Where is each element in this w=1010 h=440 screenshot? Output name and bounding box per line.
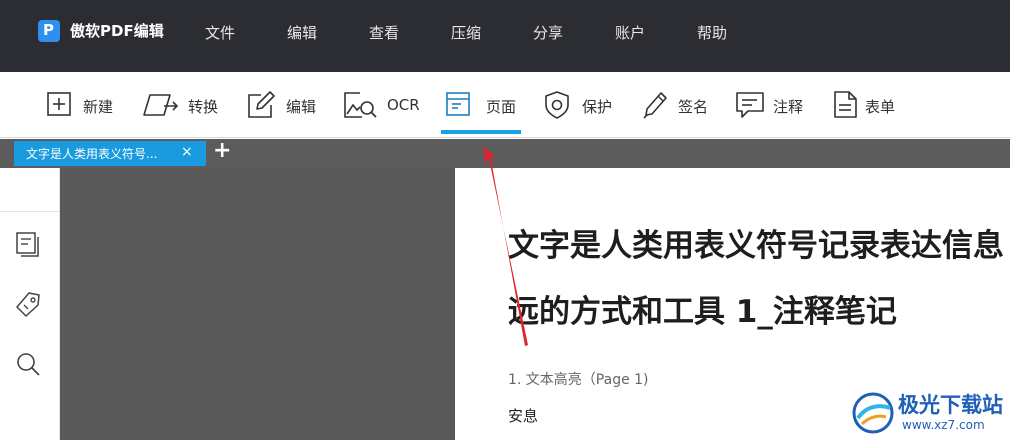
- active-tab-indicator: [441, 130, 521, 134]
- menu-file[interactable]: 文件: [205, 22, 235, 43]
- annotation-text: 安息: [508, 407, 539, 425]
- shield-icon: [545, 91, 569, 119]
- search-icon[interactable]: [14, 350, 42, 378]
- menu-share[interactable]: 分享: [533, 22, 563, 43]
- add-tab-icon[interactable]: +: [213, 138, 231, 163]
- watermark: 极光下载站 www.xz7.com: [850, 385, 1010, 440]
- pen-icon: [643, 92, 667, 119]
- page-button[interactable]: 页面: [444, 89, 522, 121]
- convert-button[interactable]: 转换: [142, 89, 222, 121]
- form-button[interactable]: 表单: [832, 89, 907, 121]
- document-tab-strip: 文字是人类用表义符号... × +: [0, 138, 1010, 168]
- watermark-brand: 极光下载站: [898, 393, 1003, 417]
- convert-icon: [143, 94, 179, 116]
- document-heading-line1: 文字是人类用表义符号记录表达信息: [508, 228, 1004, 264]
- plus-square-icon: [47, 92, 71, 116]
- close-tab-icon[interactable]: ×: [181, 144, 193, 160]
- pages-icon[interactable]: [14, 230, 42, 258]
- document-heading-line2: 远的方式和工具 1_注释笔记: [508, 294, 897, 330]
- protect-button[interactable]: 保护: [542, 89, 617, 121]
- new-label: 新建: [83, 98, 114, 116]
- pencil-square-icon: [248, 91, 275, 118]
- annotate-button[interactable]: 注释: [735, 89, 810, 121]
- sign-label: 签名: [678, 98, 709, 116]
- tag-icon[interactable]: [14, 290, 42, 318]
- edit-label: 编辑: [286, 98, 317, 116]
- ocr-label: OCR: [387, 96, 420, 114]
- menu-compress[interactable]: 压缩: [451, 22, 481, 43]
- main-toolbar: 新建 转换 编辑 OCR 页面 保护 签名 注释 表单: [0, 72, 1010, 138]
- image-search-icon: [344, 92, 377, 118]
- protect-label: 保护: [582, 98, 613, 116]
- convert-label: 转换: [188, 98, 219, 116]
- app-name: 傲软PDF编辑: [70, 22, 164, 40]
- form-icon: [834, 91, 857, 118]
- watermark-logo-icon: [852, 392, 894, 434]
- title-bar: P 傲软PDF编辑 文件 编辑 查看 压缩 分享 账户 帮助: [0, 0, 1010, 72]
- side-panel-divider: [0, 211, 60, 212]
- page-icon: [446, 92, 470, 116]
- document-tab[interactable]: 文字是人类用表义符号... ×: [14, 141, 206, 166]
- document-tab-title: 文字是人类用表义符号...: [26, 147, 158, 161]
- ocr-button[interactable]: OCR: [342, 89, 422, 121]
- sign-button[interactable]: 签名: [640, 89, 715, 121]
- menu-account[interactable]: 账户: [615, 22, 645, 43]
- viewer-background: [60, 168, 455, 440]
- edit-button[interactable]: 编辑: [245, 89, 320, 121]
- comment-icon: [736, 92, 764, 118]
- annotate-label: 注释: [773, 98, 804, 116]
- watermark-url: www.xz7.com: [902, 418, 985, 432]
- page-label: 页面: [486, 98, 517, 116]
- menu-help[interactable]: 帮助: [697, 22, 727, 43]
- annotation-title: 1. 文本高亮（Page 1): [508, 372, 649, 388]
- form-label: 表单: [865, 98, 896, 116]
- app-logo-icon: P: [38, 20, 60, 42]
- menu-edit[interactable]: 编辑: [287, 22, 317, 43]
- menu-view[interactable]: 查看: [369, 22, 399, 43]
- side-panel: [0, 168, 60, 440]
- new-button[interactable]: 新建: [45, 89, 120, 121]
